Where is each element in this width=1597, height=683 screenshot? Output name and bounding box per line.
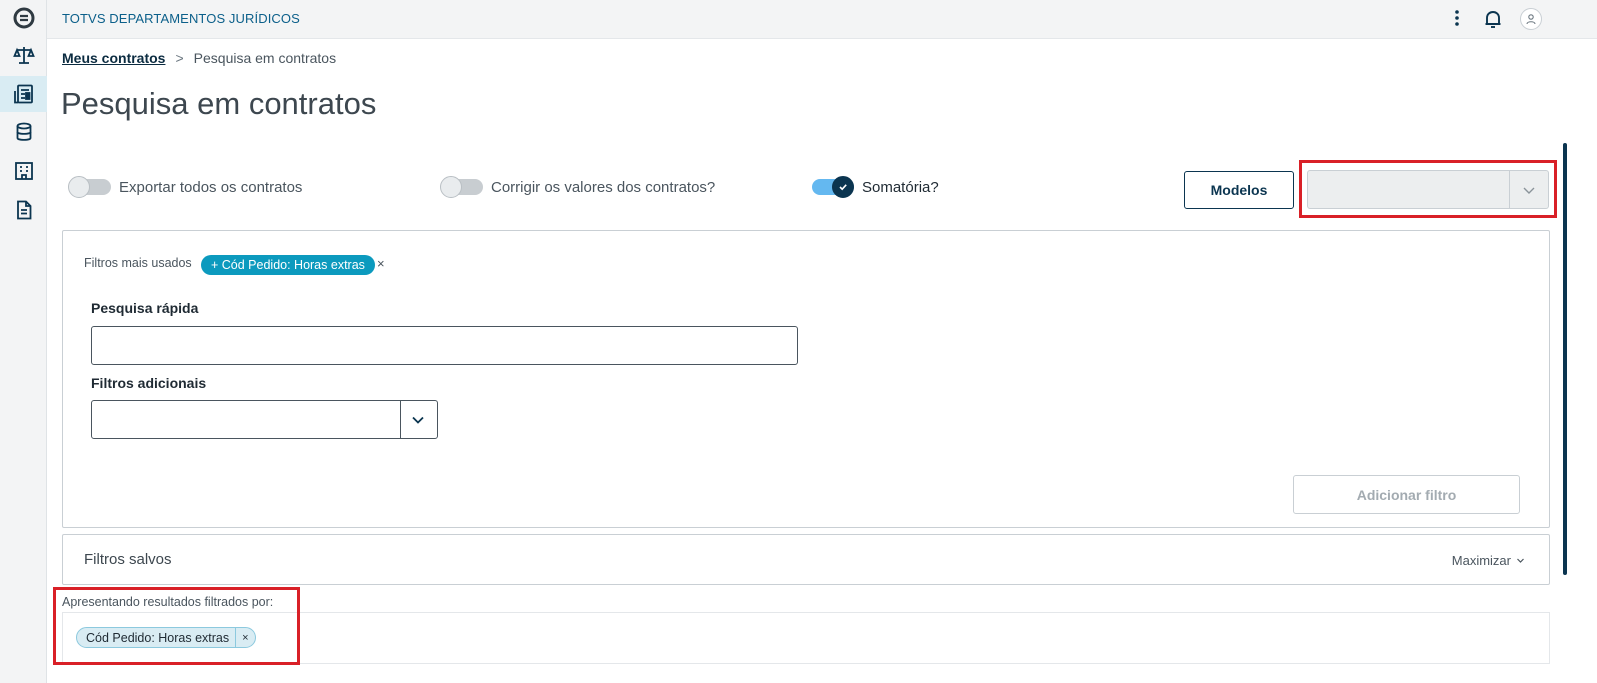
building-icon bbox=[14, 162, 33, 180]
breadcrumb-link-my-contracts[interactable]: Meus contratos bbox=[62, 50, 165, 66]
rail-item-home[interactable] bbox=[0, 0, 47, 36]
rail-item-contracts[interactable] bbox=[0, 76, 47, 112]
export-all-toggle[interactable]: Exportar todos os contratos bbox=[68, 176, 303, 198]
maximize-label: Maximizar bbox=[1451, 553, 1511, 568]
quick-search-label: Pesquisa rápida bbox=[91, 300, 199, 316]
export-all-switch[interactable] bbox=[68, 176, 111, 198]
models-button[interactable]: Modelos bbox=[1184, 171, 1294, 209]
file-text-icon bbox=[16, 200, 31, 220]
page-title: Pesquisa em contratos bbox=[61, 86, 377, 121]
breadcrumb: Meus contratos > Pesquisa em contratos bbox=[62, 50, 336, 66]
app-title: TOTVS DEPARTAMENTOS JURÍDICOS bbox=[62, 11, 300, 26]
most-used-filters-label: Filtros mais usados bbox=[84, 256, 192, 270]
rail-item-companies[interactable] bbox=[0, 153, 47, 189]
additional-filters-label: Filtros adicionais bbox=[91, 375, 207, 391]
left-rail bbox=[0, 0, 47, 683]
top-bar: TOTVS DEPARTAMENTOS JURÍDICOS bbox=[47, 0, 1597, 39]
page-scrollbar[interactable] bbox=[1563, 143, 1567, 575]
breadcrumb-current: Pesquisa em contratos bbox=[193, 50, 337, 66]
quick-search-input[interactable] bbox=[91, 326, 798, 365]
check-icon bbox=[839, 184, 847, 191]
additional-filters-select[interactable] bbox=[91, 400, 438, 439]
remove-most-used-filter-button[interactable]: × bbox=[377, 256, 385, 271]
model-select[interactable] bbox=[1307, 170, 1549, 209]
maximize-button[interactable]: Maximizar bbox=[1452, 553, 1525, 568]
saved-filters-title: Filtros salvos bbox=[84, 551, 172, 568]
scales-icon bbox=[12, 47, 35, 64]
rail-item-database[interactable] bbox=[0, 114, 47, 150]
sum-switch[interactable] bbox=[812, 176, 854, 198]
filters-card: Filtros mais usados + Cód Pedido: Horas … bbox=[62, 230, 1550, 528]
breadcrumb-separator: > bbox=[175, 50, 184, 66]
chevron-down-icon bbox=[1517, 558, 1524, 563]
export-all-label: Exportar todos os contratos bbox=[119, 178, 303, 196]
most-used-filter-chip[interactable]: + Cód Pedido: Horas extras bbox=[201, 255, 375, 275]
user-avatar-icon[interactable] bbox=[1520, 8, 1542, 30]
correct-values-switch[interactable] bbox=[440, 176, 483, 198]
chevron-down-icon bbox=[412, 416, 424, 424]
chevron-down-icon bbox=[1523, 187, 1535, 194]
sum-label: Somatória? bbox=[862, 178, 939, 196]
correct-values-toggle[interactable]: Corrigir os valores dos contratos? bbox=[440, 176, 716, 198]
bell-icon[interactable] bbox=[1482, 8, 1504, 30]
sum-toggle[interactable]: Somatória? bbox=[812, 176, 939, 198]
totvs-logo-icon bbox=[13, 7, 34, 29]
highlight-frame-results-filter bbox=[53, 587, 300, 665]
database-icon bbox=[16, 122, 31, 141]
more-vertical-icon[interactable] bbox=[1450, 8, 1464, 28]
rail-item-legal[interactable] bbox=[0, 37, 47, 73]
add-filter-button[interactable]: Adicionar filtro bbox=[1293, 475, 1520, 514]
rail-item-reports[interactable] bbox=[0, 192, 47, 228]
saved-filters-panel: Filtros salvos Maximizar bbox=[62, 534, 1550, 585]
correct-values-label: Corrigir os valores dos contratos? bbox=[491, 178, 716, 196]
contracts-document-icon bbox=[13, 84, 33, 104]
